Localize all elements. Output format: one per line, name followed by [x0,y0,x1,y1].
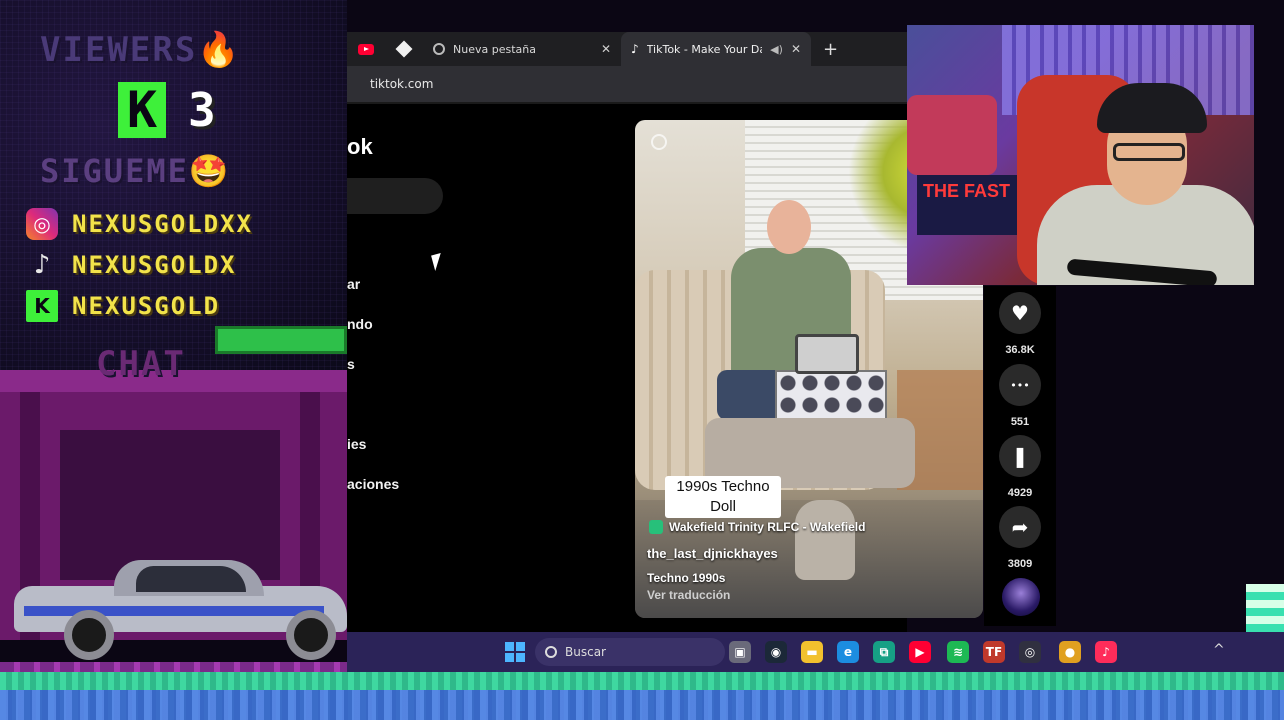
bookmark-button[interactable]: ❚ 4929 [998,435,1042,499]
mouse-cursor-icon [431,252,445,272]
bookmark-count: 4929 [1007,487,1033,499]
car-wheel [64,610,114,660]
video-scene-head [767,200,811,254]
mute-icon[interactable] [651,134,667,150]
comment-button[interactable]: ••• 551 [998,364,1042,428]
webcam-streamer [1037,65,1254,285]
tiktok-page: ok ar ndo s ies aciones 1990s Techno Dol… [347,102,983,632]
streamer-cap [1097,83,1207,133]
video-description: Techno 1990s [647,571,726,585]
pixel-car [14,556,347,660]
music-avatar[interactable] [1002,578,1040,616]
viewer-count: 3 [188,83,216,137]
share-button[interactable]: ➦ 3809 [998,506,1042,570]
tab-label: TikTok - Make Your Day [646,42,763,56]
tab-bar: Nueva pestaña ✕ ♪ TikTok - Make Your Day… [347,32,907,66]
sidebar-item[interactable]: ies [347,436,366,452]
video-username[interactable]: the_last_djnickhayes [647,546,778,561]
sidebar-item[interactable]: s [347,356,355,372]
webcam-feed: THE FAST [907,25,1254,285]
tray-expand-icon[interactable]: ^ [1213,642,1225,658]
social-row-tiktok: ♪ NEXUSGOLDX [26,249,237,281]
tiktok-logo[interactable]: ok [347,134,373,160]
stream-overlay-left: VIEWERS🔥 K 3 SIGUEME🤩 ◎ NEXUSGOLDXX ♪ NE… [0,0,347,660]
webcam-cushion [907,95,997,175]
chrome-icon [433,43,445,55]
diamond-icon [395,40,413,58]
video-scene-device [795,334,859,374]
address-bar[interactable]: tiktok.com [347,66,907,102]
share-icon: ➦ [999,506,1041,548]
pinned-tab-youtube[interactable] [347,32,385,66]
pinned-tab-app[interactable] [385,32,423,66]
kick-logo-icon: K [118,82,166,138]
search-input[interactable] [347,178,443,214]
comment-count: 551 [1010,416,1030,428]
close-tab-icon[interactable]: ✕ [791,42,801,56]
new-tab-button[interactable]: + [811,39,838,60]
browser-window: Nueva pestaña ✕ ♪ TikTok - Make Your Day… [347,32,983,632]
location-tag[interactable]: Wakefield Trinity RLFC - Wakefield [649,520,865,534]
search-placeholder: Buscar [565,645,606,659]
phone-link-icon[interactable]: ⧉ [873,641,895,663]
sidebar-item[interactable]: ndo [347,316,373,332]
steam-icon[interactable]: ◉ [765,641,787,663]
spotify-icon[interactable]: ≋ [947,641,969,663]
speaker-icon[interactable]: ◀) [770,43,783,56]
windows-taskbar: Buscar ▣ ◉ ▬ e ⧉ ▶ ≋ TF ◎ ● ♪ ^ [347,632,1284,672]
tiktok-icon: ♪ [631,42,639,56]
tab-new-tab[interactable]: Nueva pestaña ✕ [423,32,621,66]
tab-label: Nueva pestaña [453,42,536,56]
social-row-instagram: ◎ NEXUSGOLDXX [26,208,253,240]
taskbar-search[interactable]: Buscar [535,638,725,666]
edge-icon[interactable]: e [837,641,859,663]
sidebar-item[interactable]: ar [347,276,360,292]
pixel-ground-water [0,690,1284,720]
follow-title: SIGUEME🤩 [40,152,231,190]
car-wheel [286,610,336,660]
kick-icon: K [26,290,58,322]
like-button[interactable]: ♥ 36.8K [998,292,1042,356]
tab-tiktok[interactable]: ♪ TikTok - Make Your Day ◀) ✕ [621,32,811,66]
viewer-counter: K 3 [118,82,216,138]
location-label: Wakefield Trinity RLFC - Wakefield [669,520,866,534]
location-icon [649,520,663,534]
sidebar-item[interactable]: aciones [347,476,399,492]
windows-start-icon[interactable] [505,642,525,662]
youtube-icon[interactable]: ▶ [909,641,931,663]
youtube-icon [358,43,374,55]
car-stripe [24,606,324,616]
video-scene-doll [795,500,855,580]
social-handle: NEXUSGOLD [72,292,221,320]
like-count: 36.8K [1005,344,1035,356]
tiktok-icon[interactable]: ♪ [1095,641,1117,663]
obs-icon[interactable]: ◎ [1019,641,1041,663]
file-explorer-icon[interactable]: ▬ [801,641,823,663]
social-handle: NEXUSGOLDX [72,251,237,279]
url-text[interactable]: tiktok.com [347,77,433,91]
comment-icon: ••• [999,364,1041,406]
tiktok-icon: ♪ [33,250,51,280]
video-actions: ♥ 36.8K ••• 551 ❚ 4929 ➦ 3809 [984,286,1056,626]
share-count: 3809 [1007,558,1033,570]
social-handle: NEXUSGOLDXX [72,210,253,238]
screen: VIEWERS🔥 K 3 SIGUEME🤩 ◎ NEXUSGOLDXX ♪ NE… [0,0,1284,720]
chrome-icon[interactable]: ● [1059,641,1081,663]
video-caption: 1990s Techno Doll [665,476,781,518]
task-view-icon[interactable]: ▣ [729,641,751,663]
car-window [136,566,246,592]
instagram-icon: ◎ [26,208,58,240]
chat-title: CHAT [96,344,186,384]
tf-icon[interactable]: TF [983,641,1005,663]
close-tab-icon[interactable]: ✕ [601,42,611,56]
translate-link[interactable]: Ver traducción [647,588,730,602]
search-icon [545,646,557,658]
streamer-glasses [1113,143,1185,161]
bookmark-icon: ❚ [999,435,1041,477]
heart-icon: ♥ [999,292,1041,334]
viewers-title: VIEWERS🔥 [40,30,242,70]
social-row-kick: K NEXUSGOLD [26,290,220,322]
